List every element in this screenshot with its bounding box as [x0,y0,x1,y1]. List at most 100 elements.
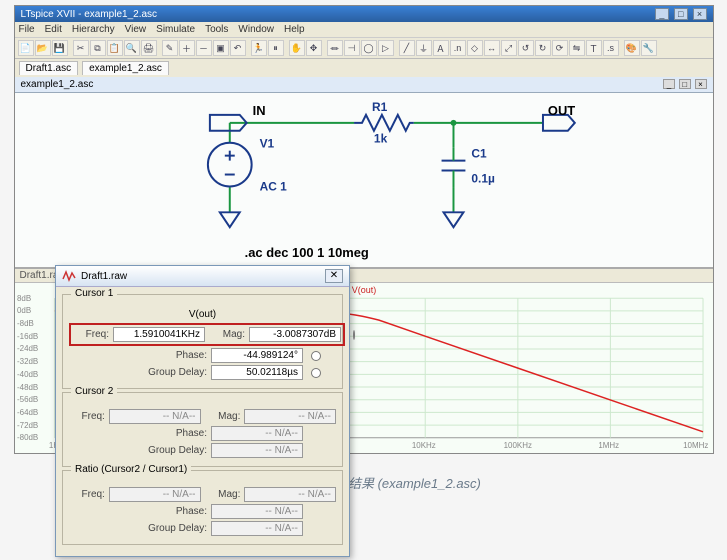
menu-help[interactable]: Help [284,24,305,35]
ytick: -32dB [16,357,37,366]
move-icon[interactable]: ↔ [484,40,500,56]
separator [69,40,72,56]
resistor-icon[interactable]: ⏛ [327,40,343,56]
ratio-legend: Ratio (Cursor2 / Cursor1) [71,464,191,475]
ytick: -40dB [16,370,37,379]
v1-name[interactable]: V1 [259,137,274,151]
undo-icon[interactable]: ↺ [518,40,534,56]
schematic-canvas[interactable]: IN OUT V1 AC 1 R1 1k C1 0.1µ [15,93,713,268]
zoom-back-icon[interactable]: ↶ [230,40,246,56]
freq-label: Freq: [73,329,109,340]
document-tabs: Draft1.asc example1_2.asc [15,59,713,77]
menu-simulate[interactable]: Simulate [156,24,195,35]
settings-icon[interactable]: 🔧 [641,40,657,56]
menu-view[interactable]: View [125,24,147,35]
cursor1-gdelay-value[interactable]: 50.02118µs [211,365,303,380]
cursor1-freq-value[interactable]: 1.5910041KHz [113,327,205,342]
zoom-in-icon[interactable]: ＋ [179,40,195,56]
ytick: 8dB [16,294,30,303]
tab-draft1[interactable]: Draft1.asc [19,61,79,75]
cursor-dialog-titlebar[interactable]: Draft1.raw ✕ [56,266,349,287]
search-icon[interactable]: 🔍 [124,40,140,56]
cursor1-gdelay-radio[interactable] [311,368,321,378]
ytick: -72dB [16,421,37,430]
rotate-icon[interactable]: ⟳ [552,40,568,56]
phase-label: Phase: [69,350,207,361]
netname-icon[interactable]: .n [450,40,466,56]
menu-tools[interactable]: Tools [205,24,228,35]
halt-icon[interactable]: ⏸ [268,40,284,56]
hand-icon[interactable]: ✋ [289,40,305,56]
child-maximize-button[interactable]: □ [679,79,691,89]
xtick: 100KHz [503,441,531,450]
ground-icon[interactable]: ⏚ [416,40,432,56]
xtick: 1MHz [598,441,619,450]
copy-icon[interactable]: ⧉ [90,40,106,56]
mirror-icon[interactable]: ⇋ [569,40,585,56]
diode-icon[interactable]: ▷ [378,40,394,56]
zoom-out-icon[interactable]: － [196,40,212,56]
component-icon[interactable]: ◇ [467,40,483,56]
pencil-icon[interactable]: ✎ [162,40,178,56]
phase-label: Phase: [69,428,207,439]
child-close-button[interactable]: × [695,79,707,89]
ytick: -56dB [16,395,37,404]
spice-directive[interactable]: .ac dec 100 1 10meg [244,245,368,260]
child-minimize-button[interactable]: _ [663,79,675,89]
palette-icon[interactable]: 🎨 [624,40,640,56]
net-in-label[interactable]: IN [252,103,265,118]
c1-name[interactable]: C1 [471,147,487,161]
gdelay-label: Group Delay: [69,445,207,456]
paste-icon[interactable]: 📋 [107,40,123,56]
text-icon[interactable]: Ｔ [586,40,602,56]
cursor2-phase-value: -- N/A-- [211,426,303,441]
save-icon[interactable]: 💾 [52,40,68,56]
close-button[interactable]: × [693,8,707,20]
new-icon[interactable]: 📄 [18,40,34,56]
menu-hierarchy[interactable]: Hierarchy [72,24,115,35]
net-out-label[interactable]: OUT [547,103,574,118]
cut-icon[interactable]: ✂ [73,40,89,56]
wire-icon[interactable]: ╱ [399,40,415,56]
cursor-dialog-close-button[interactable]: ✕ [325,269,343,283]
mag-label: Mag: [209,329,245,340]
r1-value[interactable]: 1k [373,132,387,146]
label-icon[interactable]: Ａ [433,40,449,56]
print-icon[interactable]: 🖨 [141,40,157,56]
minimize-button[interactable]: _ [655,8,669,20]
menu-edit[interactable]: Edit [45,24,62,35]
cursor1-phase-radio[interactable] [311,351,321,361]
zoom-fit-icon[interactable]: ▣ [213,40,229,56]
phase-label: Phase: [69,506,207,517]
capacitor-icon[interactable]: ⊣ [344,40,360,56]
maximize-button[interactable]: □ [674,8,688,20]
separator [247,40,250,56]
ytick: -48dB [16,383,37,392]
cursor1-mag-value[interactable]: -3.0087307dB [249,327,341,342]
trace-title[interactable]: V(out) [351,285,375,295]
drag-icon[interactable]: ⤢ [501,40,517,56]
menu-file[interactable]: File [19,24,35,35]
cursor-dialog-title: Draft1.raw [81,271,127,282]
cursor1-highlight: Freq: 1.5910041KHz Mag: -3.0087307dB [69,323,345,346]
cursor1-phase-value[interactable]: -44.989124° [211,348,303,363]
menu-window[interactable]: Window [238,24,274,35]
mag-label: Mag: [205,411,241,422]
v1-value[interactable]: AC 1 [259,179,287,193]
c1-value[interactable]: 0.1µ [471,171,495,185]
main-window: LTspice XVII - example1_2.asc _ □ × File… [14,5,714,454]
titlebar: LTspice XVII - example1_2.asc _ □ × [15,6,713,22]
pick-icon[interactable]: ✥ [306,40,322,56]
separator [395,40,398,56]
cursor-dialog[interactable]: Draft1.raw ✕ Cursor 1 V(out) Freq: 1.591… [55,265,350,557]
spice-directive-icon[interactable]: .s [603,40,619,56]
redo-icon[interactable]: ↻ [535,40,551,56]
inductor-icon[interactable]: ◯ [361,40,377,56]
r1-name[interactable]: R1 [371,100,387,114]
cursor1-mag-radio[interactable] [353,330,355,340]
open-icon[interactable]: 📂 [35,40,51,56]
ratio-phase-value: -- N/A-- [211,504,303,519]
run-icon[interactable]: 🏃 [251,40,267,56]
tab-example[interactable]: example1_2.asc [82,61,169,75]
xtick: 10KHz [411,441,435,450]
